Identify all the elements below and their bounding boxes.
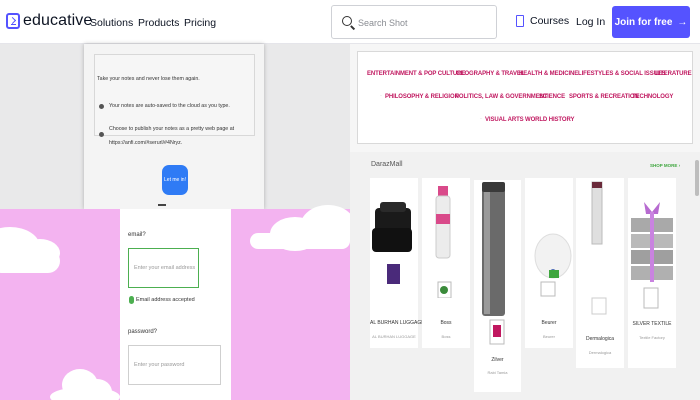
password-field[interactable]: Enter your password: [128, 345, 221, 385]
card-sub: Boss: [441, 334, 451, 339]
cloud-shape: [0, 249, 60, 273]
search-icon: [342, 16, 352, 26]
arrow-right-icon: →: [677, 16, 688, 28]
email-label: email?: [128, 232, 146, 238]
educative-logo-icon: [6, 13, 20, 29]
card-name: Dermalogica: [585, 336, 615, 342]
category-separator: ·: [520, 116, 522, 122]
card-name: Zilver: [491, 357, 504, 363]
category-link[interactable]: HEALTH & MEDICINE: [519, 71, 578, 77]
password-label: password?: [128, 329, 158, 335]
page-root: educative Solutions Products Pricing Cou…: [0, 0, 700, 400]
join-label: Join for free: [614, 16, 673, 28]
join-for-free-button[interactable]: Join for free →: [612, 6, 690, 38]
book-icon: [516, 15, 524, 27]
mall-card[interactable]: Dermalogica Dermalogica: [576, 178, 624, 368]
form-heading-fragment: [158, 204, 166, 206]
card-sub: Dermalogica: [588, 350, 612, 355]
mall-card[interactable]: Boss Boss: [422, 178, 470, 348]
category-link[interactable]: SCIENCE: [539, 94, 565, 100]
card-name: Beurer: [541, 320, 557, 326]
card-sub: Textile Factory: [639, 335, 665, 340]
mall-card[interactable]: SILVER TEXTILE Textile Factory: [628, 178, 676, 368]
publish-bullet-icon: [99, 132, 104, 137]
category-separator: ·: [573, 70, 575, 76]
category-separator: ·: [627, 93, 629, 99]
mall-card[interactable]: AL BURHAN LUGGAGE AL BURHAN LUGGAGE: [370, 178, 425, 348]
category-separator: ·: [451, 70, 453, 76]
cloud-shape: [250, 233, 350, 249]
category-separator: ·: [480, 116, 482, 122]
let-me-in-button[interactable]: Let me in!: [162, 165, 188, 195]
modal-line-4: https://anfi.com/#serurl/#4Nryz.: [109, 140, 183, 146]
login-link[interactable]: Log In: [576, 16, 605, 28]
category-separator: ·: [514, 70, 516, 76]
nav-products[interactable]: Products: [138, 17, 179, 29]
category-link[interactable]: LITERATURE: [655, 71, 692, 77]
bottle-image: [435, 186, 452, 298]
category-link[interactable]: VISUAL ARTS: [485, 117, 524, 123]
logo-text: educative: [23, 12, 93, 29]
modal-line-1: Take your notes and never lose them agai…: [97, 76, 200, 82]
courses-link[interactable]: Courses: [516, 15, 569, 27]
card-sub: Rabi Tamia: [487, 370, 508, 375]
towels-image: [631, 202, 673, 309]
mall-card[interactable]: Zilver Rabi Tamia: [474, 180, 521, 392]
card-name: Boss: [440, 320, 452, 326]
category-link[interactable]: WORLD HISTORY: [525, 117, 574, 123]
category-separator: ·: [380, 93, 382, 99]
category-separator: ·: [534, 93, 536, 99]
luggage-image: [372, 202, 412, 284]
card-sub: AL BURHAN LUGGAGE: [372, 334, 416, 339]
educative-logo[interactable]: educative: [6, 12, 92, 30]
device-image: [534, 233, 572, 297]
cloud-shape: [50, 387, 120, 400]
category-separator: ·: [651, 70, 653, 76]
top-navbar: educative Solutions Products Pricing Cou…: [0, 0, 700, 44]
serum-image: [591, 181, 607, 315]
flask-image: [482, 182, 505, 345]
nav-pricing[interactable]: Pricing: [184, 17, 216, 29]
card-name: SILVER TEXTILE: [632, 321, 672, 327]
nav-solutions[interactable]: Solutions: [90, 17, 133, 29]
email-field[interactable]: Enter your email address: [128, 248, 199, 288]
category-separator: ·: [564, 93, 566, 99]
search-input[interactable]: [358, 15, 488, 31]
category-separator: ·: [450, 93, 452, 99]
card-name: AL BURHAN LUGGAGE: [370, 320, 425, 326]
email-accepted-text: Email address accepted: [136, 297, 195, 303]
modal-line-2: Your notes are auto-saved to the cloud a…: [109, 103, 230, 109]
category-link[interactable]: TECHNOLOGY: [632, 94, 673, 100]
search-box[interactable]: [331, 5, 497, 39]
cloud-bullet-icon: [99, 104, 104, 109]
mall-card[interactable]: Beurer Beurer: [525, 178, 573, 348]
courses-label: Courses: [530, 15, 570, 27]
scrollbar-thumb[interactable]: [695, 160, 699, 196]
notes-modal-content: [94, 54, 255, 136]
check-icon: [129, 296, 134, 304]
card-sub: Beurer: [542, 334, 555, 339]
mall-title: DarazMall: [371, 161, 403, 168]
category-link[interactable]: PHILOSOPHY & RELIGION: [385, 94, 459, 100]
modal-line-3: Choose to publish your notes as a pretty…: [109, 126, 235, 132]
shop-more-link[interactable]: SHOP MORE ›: [650, 163, 680, 168]
